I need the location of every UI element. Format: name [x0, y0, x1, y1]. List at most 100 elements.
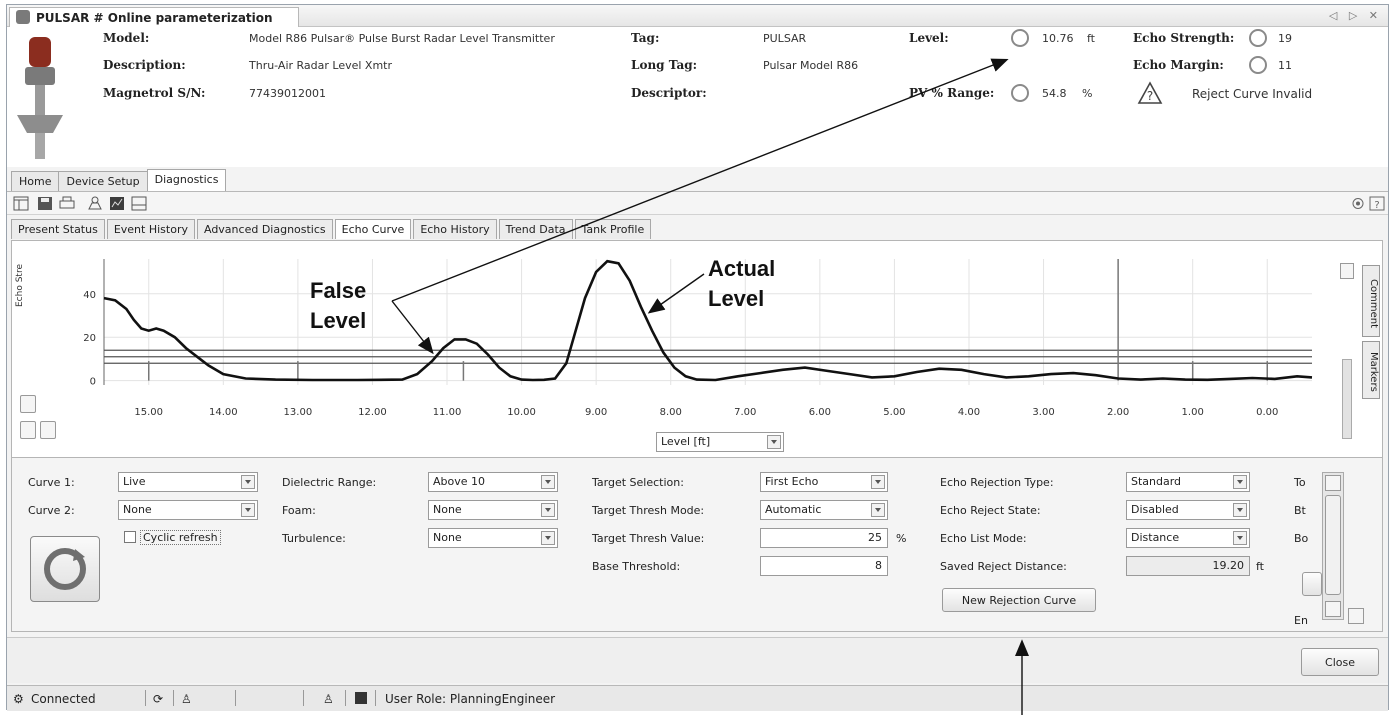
diagnostics-subtabs: Present Status Event History Advanced Diag… — [11, 219, 653, 241]
new-rejection-curve-button[interactable]: New Rejection Curve — [942, 588, 1096, 612]
x-tick-label: 11.00 — [433, 407, 462, 418]
echo-curve-panel: 15.00 14.00 13.00 12.00 11.00 10.00 9.00 8.00 7.… — [11, 240, 1383, 458]
x-axis-unit-select[interactable]: Level [ft] — [656, 432, 784, 452]
descriptor-label: Descriptor: — [631, 86, 707, 100]
cut-label-4: En — [1294, 614, 1308, 627]
stop-icon — [355, 692, 367, 704]
settings-icon[interactable] — [1350, 196, 1366, 211]
false-level-line1: False — [310, 278, 367, 303]
scroll-thumb[interactable] — [1325, 495, 1341, 595]
cyclic-refresh-label[interactable]: Cyclic refresh — [140, 530, 221, 545]
chevron-down-icon — [871, 503, 885, 517]
subtab-trend-data[interactable]: Trend Data — [498, 219, 573, 239]
dielectric-label: Dielectric Range: — [282, 476, 377, 489]
x-tick-label: 1.00 — [1182, 407, 1204, 418]
window-controls[interactable]: ◁ ▷ ✕ — [1329, 9, 1382, 22]
subtab-present-status[interactable]: Present Status — [11, 219, 105, 239]
window-title: PULSAR # Online parameterization — [36, 11, 273, 25]
x-tick-label: 7.00 — [734, 407, 756, 418]
curve2-select[interactable]: None — [118, 500, 258, 520]
chevron-down-icon — [241, 503, 255, 517]
subtab-event-history[interactable]: Event History — [106, 219, 195, 239]
save-icon[interactable] — [37, 196, 53, 211]
truncated-button[interactable] — [1302, 572, 1322, 596]
target-selection-select[interactable]: First Echo — [760, 472, 888, 492]
echo-margin-refresh-icon[interactable] — [1249, 56, 1267, 74]
turbulence-select[interactable]: None — [428, 528, 558, 548]
echo-strength-refresh-icon[interactable] — [1249, 29, 1267, 47]
dielectric-select[interactable]: Above 10 — [428, 472, 558, 492]
x-tick-label: 12.00 — [358, 407, 387, 418]
side-tab-comment[interactable]: Comment — [1362, 265, 1380, 337]
pv-range-value: 54.8 — [1042, 87, 1067, 100]
app-icon — [16, 10, 30, 24]
print-icon[interactable] — [59, 196, 75, 211]
cut-label-1: To — [1294, 476, 1306, 489]
base-threshold-input[interactable]: 8 — [760, 556, 888, 576]
tab-device-setup[interactable]: Device Setup — [58, 171, 148, 191]
thresh-mode-value: Automatic — [765, 503, 822, 516]
window-title-tab[interactable]: PULSAR # Online parameterization — [9, 7, 299, 27]
refresh-icon — [44, 548, 86, 590]
xy-zoom-button[interactable] — [20, 421, 36, 439]
cyclic-refresh-checkbox[interactable] — [124, 531, 136, 543]
device-icon[interactable] — [87, 196, 103, 211]
layout-icon[interactable] — [13, 196, 29, 211]
subtab-echo-curve[interactable]: Echo Curve — [334, 219, 412, 239]
status-bar: ⚙ Connected ⟳ ♙ ♙ User Role: PlanningEng… — [7, 685, 1388, 711]
reject-state-select[interactable]: Disabled — [1126, 500, 1250, 520]
base-threshold-label: Base Threshold: — [592, 560, 681, 573]
foam-select[interactable]: None — [428, 500, 558, 520]
tag-value: PULSAR — [763, 32, 807, 45]
pv-range-unit: % — [1082, 87, 1093, 100]
tab-home[interactable]: Home — [11, 171, 60, 191]
scroll-up-button[interactable] — [1340, 263, 1354, 279]
chevron-down-icon — [1233, 475, 1247, 489]
close-button[interactable]: Close — [1301, 648, 1379, 676]
x-tick-label: 15.00 — [134, 407, 163, 418]
panel-scroll-down-icon[interactable] — [1348, 608, 1364, 624]
echo-settings-panel: Curve 1: Live Curve 2: None Cyclic refre… — [11, 457, 1383, 632]
thresh-value-input[interactable]: 25 — [760, 528, 888, 548]
y-zoom-button[interactable] — [20, 395, 36, 413]
status-divider — [145, 690, 146, 706]
chevron-down-icon — [1233, 503, 1247, 517]
echo-strength-value: 19 — [1278, 32, 1292, 45]
refresh-button[interactable] — [30, 536, 100, 602]
plot-scrollbar[interactable] — [1342, 359, 1352, 439]
side-tab-markers[interactable]: Markers — [1362, 341, 1380, 399]
target-selection-label: Target Selection: — [592, 476, 684, 489]
serial-label: Magnetrol S/N: — [103, 86, 206, 100]
help-icon[interactable]: ? — [1369, 196, 1385, 211]
scroll-down-arrow-icon[interactable] — [1325, 601, 1341, 617]
x-zoom-button[interactable] — [40, 421, 56, 439]
user-role: User Role: PlanningEngineer — [385, 692, 556, 706]
list-mode-select[interactable]: Distance — [1126, 528, 1250, 548]
subtab-advanced-diagnostics[interactable]: Advanced Diagnostics — [196, 219, 333, 239]
chart-icon[interactable] — [109, 196, 125, 211]
false-level-line2: Level — [310, 308, 367, 333]
echo-curve-chart[interactable]: 15.00 14.00 13.00 12.00 11.00 10.00 9.00 8.00 7.… — [12, 241, 1352, 459]
curve1-label: Curve 1: — [28, 476, 75, 489]
rejection-type-select[interactable]: Standard — [1126, 472, 1250, 492]
pv-refresh-icon[interactable] — [1011, 84, 1029, 102]
chevron-down-icon — [1233, 531, 1247, 545]
chevron-down-icon — [541, 475, 555, 489]
curve1-select[interactable]: Live — [118, 472, 258, 492]
svg-text:?: ? — [1374, 200, 1379, 211]
image-icon[interactable] — [131, 196, 147, 211]
subtab-echo-history[interactable]: Echo History — [413, 219, 497, 239]
level-refresh-icon[interactable] — [1011, 29, 1029, 47]
x-tick-label: 4.00 — [958, 407, 980, 418]
warning-icon: ? — [1137, 81, 1163, 104]
thresh-mode-select[interactable]: Automatic — [760, 500, 888, 520]
scroll-up-arrow-icon[interactable] — [1325, 475, 1341, 491]
subtab-tank-profile[interactable]: Tank Profile — [574, 219, 652, 239]
level-label: Level: — [909, 31, 949, 45]
foam-value: None — [433, 503, 462, 516]
controls-scrollbar[interactable] — [1322, 472, 1344, 620]
user-icon: ♙ — [181, 692, 192, 706]
actual-level-line2: Level — [708, 286, 765, 311]
toolbar: ? — [7, 191, 1388, 215]
tab-diagnostics[interactable]: Diagnostics — [146, 169, 227, 191]
